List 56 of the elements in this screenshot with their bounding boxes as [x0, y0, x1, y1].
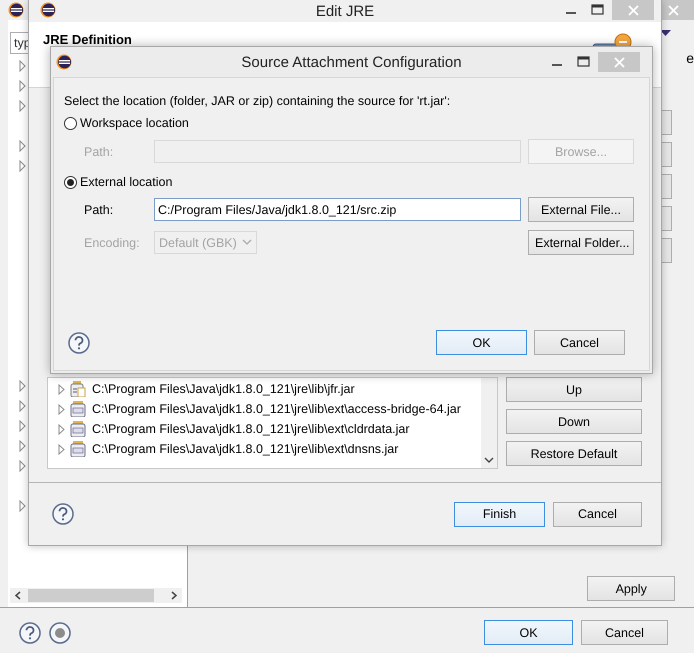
- field-label: Path:: [84, 144, 114, 158]
- radio-button[interactable]: [64, 176, 77, 188]
- cancel-button[interactable]: Cancel: [553, 502, 642, 526]
- window-title: Edit JRE: [316, 2, 374, 20]
- close-icon: [628, 4, 638, 16]
- eclipse-logo-icon: [8, 2, 24, 18]
- jar-icon: [70, 441, 86, 457]
- radio-option[interactable]: External location: [64, 174, 625, 190]
- expand-arrow-icon[interactable]: [58, 404, 66, 414]
- dropdown-triangle-icon[interactable]: [660, 30, 672, 36]
- finish-button[interactable]: Finish: [454, 502, 545, 526]
- expand-arrow-icon[interactable]: [58, 384, 66, 394]
- external-file-button[interactable]: External File...: [528, 197, 634, 222]
- radio-option[interactable]: Workspace location: [64, 115, 625, 131]
- instruction-text: Select the location (folder, JAR or zip) containing the source for 'rt.jar':: [64, 94, 452, 110]
- path-field[interactable]: C:/Program Files/Java/jdk1.8.0_121/src.zip: [154, 198, 521, 221]
- jar-icon: [70, 421, 86, 437]
- restore-default-button[interactable]: Restore Default: [506, 441, 642, 466]
- cancel-button[interactable]: Cancel: [534, 330, 625, 355]
- cancel-button[interactable]: Cancel: [581, 620, 668, 645]
- ok-button[interactable]: OK: [484, 620, 573, 645]
- eclipse-logo-icon: [40, 2, 56, 18]
- expand-arrow-icon[interactable]: [58, 444, 66, 454]
- library-path[interactable]: C:\Program Files\Java\jdk1.8.0_121\jre\lib\ext\dnsns.jar: [92, 442, 398, 456]
- up-button[interactable]: Up: [506, 377, 642, 402]
- vertical-scrollbar[interactable]: [481, 378, 497, 468]
- library-path[interactable]: C:\Program Files\Java\jdk1.8.0_121\jre\lib\ext\cldrdata.jar: [92, 422, 410, 436]
- header-title: JRE Definition: [43, 32, 133, 47]
- maximize-icon[interactable]: [577, 56, 590, 68]
- expand-arrow-icon[interactable]: [58, 424, 66, 434]
- record-icon[interactable]: [49, 622, 71, 644]
- help-icon[interactable]: [68, 332, 90, 354]
- field-label: Encoding:: [84, 236, 141, 250]
- apply-button[interactable]: Apply: [587, 576, 676, 601]
- ok-button[interactable]: OK: [436, 330, 527, 355]
- maximize-icon[interactable]: [591, 4, 604, 16]
- horizontal-scrollbar[interactable]: [10, 588, 182, 603]
- eclipse-logo-icon: [56, 54, 72, 70]
- dialog-title: Source Attachment Configuration: [241, 54, 462, 70]
- library-path[interactable]: C:\Program Files\Java\jdk1.8.0_121\jre\lib\jfr.jar: [92, 382, 355, 396]
- scroll-left-icon: [14, 590, 22, 601]
- close-icon: [668, 4, 678, 16]
- chevron-down-icon: [242, 239, 252, 246]
- external-folder-button[interactable]: External Folder...: [528, 230, 634, 255]
- scroll-right-icon: [170, 590, 178, 601]
- jar-icon: [70, 401, 86, 417]
- down-button[interactable]: Down: [506, 409, 642, 434]
- scroll-down-icon: [484, 456, 494, 464]
- help-icon[interactable]: [52, 503, 74, 525]
- field-label: Path:: [84, 202, 114, 216]
- library-path[interactable]: C:\Program Files\Java\jdk1.8.0_121\jre\lib\ext\access-bridge-64.jar: [92, 402, 461, 416]
- close-icon: [614, 56, 624, 68]
- jar-with-source-icon: [70, 381, 86, 397]
- radio-button[interactable]: [64, 116, 77, 130]
- page-text: e: [686, 50, 694, 66]
- help-icon[interactable]: [19, 622, 41, 644]
